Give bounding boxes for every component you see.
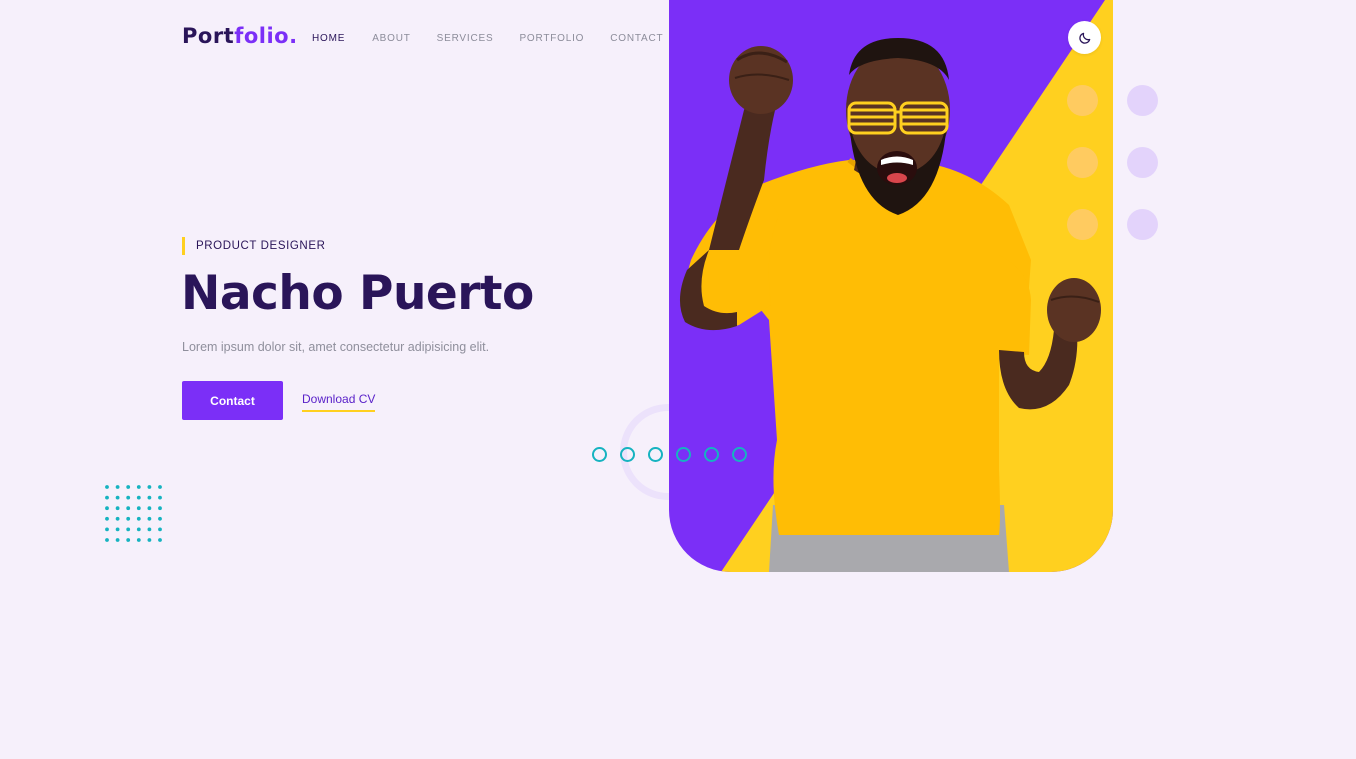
lavender-dot — [1127, 147, 1158, 178]
slider-dot[interactable] — [676, 447, 691, 462]
download-cv-link[interactable]: Download CV — [302, 392, 376, 412]
grid-dot — [147, 495, 152, 500]
slider-dot[interactable] — [592, 447, 607, 462]
hero-image — [669, 0, 1113, 572]
grid-dot — [126, 506, 131, 511]
grid-dot — [158, 538, 162, 542]
slider-dot[interactable] — [648, 447, 663, 462]
grid-dot — [115, 495, 120, 500]
grid-dot — [147, 485, 152, 489]
grid-dot — [136, 495, 141, 500]
grid-dot — [115, 506, 120, 511]
grid-dot — [147, 506, 152, 511]
grid-dot — [158, 516, 162, 521]
nav-label: CONTACT — [610, 33, 664, 44]
nav-item-services[interactable]: SERVICES — [437, 33, 494, 44]
main-nav: HOME ABOUT SERVICES PORTFOLIO CONTACT — [308, 33, 663, 47]
slider-dot[interactable] — [732, 447, 747, 462]
hero-description: Lorem ipsum dolor sit, amet consectetur … — [182, 340, 490, 354]
nav-label: SERVICES — [436, 33, 494, 44]
hero-name: Nacho Puerto — [181, 266, 534, 321]
grid-dot — [158, 495, 162, 500]
grid-dot — [115, 485, 120, 489]
logo-main: Port — [182, 24, 235, 48]
grid-dot — [115, 538, 120, 542]
grid-dot — [136, 485, 141, 489]
grid-dot — [158, 506, 162, 511]
portfolio-landing-page: Portfolio. HOME ABOUT SERVICES PORTFOLIO… — [0, 0, 1356, 759]
logo-accent: folio. — [234, 24, 298, 48]
peach-dot — [1067, 209, 1098, 240]
slider-indicators — [592, 447, 747, 462]
slider-dot[interactable] — [620, 447, 635, 462]
grid-dot — [158, 527, 162, 532]
peach-dot — [1067, 85, 1098, 116]
grid-dot — [105, 516, 109, 521]
role-label: PRODUCT DESIGNER — [182, 237, 326, 255]
contact-button[interactable]: Contact — [182, 381, 283, 420]
grid-dot — [136, 516, 141, 521]
grid-dot — [158, 485, 162, 489]
dot-grid-decoration — [105, 485, 162, 542]
peach-dot — [1067, 147, 1098, 178]
lavender-dot — [1127, 209, 1158, 240]
lavender-dot — [1127, 85, 1158, 116]
grid-dot — [126, 516, 131, 521]
grid-dot — [126, 485, 131, 489]
grid-dot — [136, 527, 141, 532]
grid-dot — [136, 506, 141, 511]
grid-dot — [105, 506, 109, 511]
grid-dot — [147, 516, 152, 521]
grid-dot — [147, 527, 152, 532]
nav-item-portfolio[interactable]: PORTFOLIO — [519, 33, 584, 44]
grid-dot — [105, 485, 109, 489]
grid-dot — [115, 527, 120, 532]
grid-dot — [126, 527, 131, 532]
theme-toggle-button[interactable] — [1068, 21, 1101, 54]
hero-illustration — [669, 0, 1113, 572]
nav-label: PORTFOLIO — [519, 33, 585, 44]
grid-dot — [105, 527, 109, 532]
nav-item-contact[interactable]: CONTACT — [610, 33, 663, 44]
nav-item-about[interactable]: ABOUT — [372, 33, 410, 44]
nav-item-home[interactable]: HOME — [308, 33, 346, 47]
nav-label: ABOUT — [372, 33, 411, 44]
grid-dot — [126, 495, 131, 500]
grid-dot — [126, 538, 131, 542]
grid-dot — [147, 538, 152, 542]
moon-icon — [1078, 32, 1090, 44]
nav-label: HOME — [312, 33, 346, 44]
grid-dot — [115, 516, 120, 521]
slider-dot[interactable] — [704, 447, 719, 462]
grid-dot — [105, 495, 109, 500]
grid-dot — [105, 538, 109, 542]
grid-dot — [136, 538, 141, 542]
logo[interactable]: Portfolio. — [182, 24, 298, 48]
